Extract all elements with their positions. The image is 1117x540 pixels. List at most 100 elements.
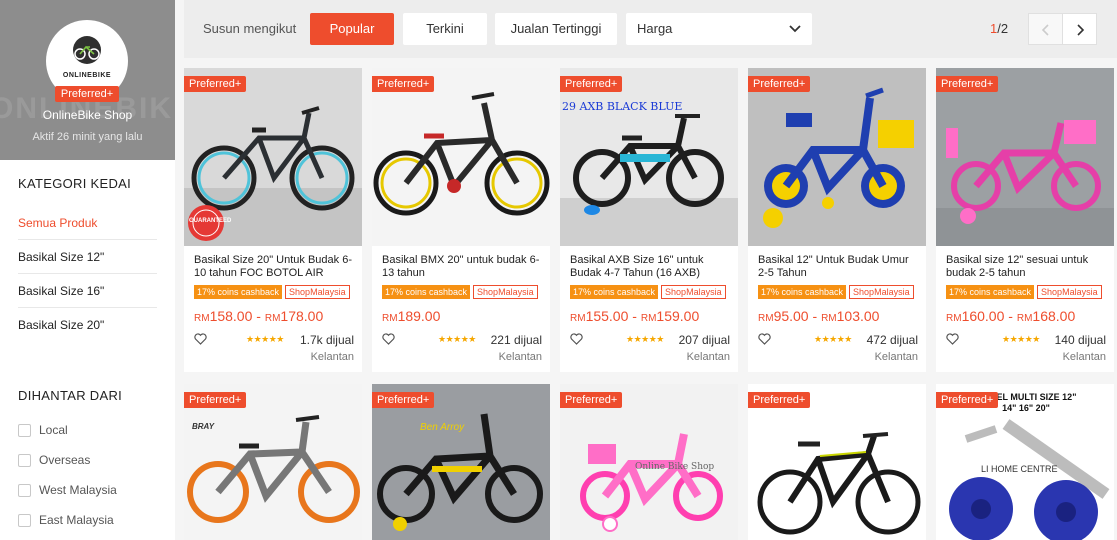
sidebar: ONLINEBIKE ONLINEBIKE Preferred+ OnlineB… — [0, 0, 175, 540]
product-location: Kelantan — [874, 351, 918, 363]
product-name[interactable]: Basikal size 12" sesuai untuk budak 2-5 … — [946, 254, 1106, 280]
category-heading: KATEGORI KEDAI — [18, 176, 132, 191]
product-image[interactable]: GUARANTEED — [184, 68, 362, 246]
image-caption: 29 AXB BLACK BLUE — [562, 100, 683, 113]
product-name[interactable]: Basikal 12" Untuk Budak Umur 2-5 Tahun — [758, 254, 918, 280]
shipping-filter-list: Local Overseas West Malaysia East Malays… — [18, 415, 117, 535]
preferred-plus-tag: Preferred+ — [560, 76, 623, 92]
bicycle-photo — [560, 68, 738, 246]
product-image[interactable]: 29 AXB BLACK BLUE — [560, 68, 738, 246]
coins-cashback-badge: 17% coins cashback — [382, 285, 471, 299]
product-card[interactable]: BRAY Preferred+ — [184, 384, 362, 540]
heart-icon[interactable] — [194, 333, 207, 345]
sort-bar: Susun mengikut Popular Terkini Jualan Te… — [184, 0, 1117, 58]
prev-page-button[interactable] — [1028, 13, 1063, 45]
product-card[interactable]: Preferred+ Basikal 12" Untuk Budak Umur … — [748, 68, 926, 372]
product-image[interactable] — [936, 68, 1114, 246]
product-name[interactable]: Basikal BMX 20" untuk budak 6-13 tahun — [382, 254, 542, 280]
sold-count: 472 dijual — [866, 333, 918, 347]
brand-text: Ben Arroy — [420, 422, 465, 433]
heart-icon[interactable] — [570, 333, 583, 345]
category-item-all[interactable]: Semua Produk — [18, 206, 157, 240]
next-page-button[interactable] — [1062, 13, 1097, 45]
preferred-plus-tag: Preferred+ — [372, 76, 435, 92]
chevron-down-icon — [789, 25, 801, 33]
preferred-plus-tag: Preferred+ — [936, 392, 999, 408]
rating-stars: ★★★★★ — [814, 334, 852, 344]
image-caption-secondary: LI HOME CENTRE — [981, 464, 1058, 474]
shop-malaysia-tag: ShopMalaysia — [661, 285, 727, 299]
price-min: 155.00 — [585, 308, 629, 324]
sort-popular-button[interactable]: Popular — [310, 13, 394, 45]
preferred-plus-tag: Preferred+ — [372, 392, 435, 408]
preferred-plus-tag: Preferred+ — [936, 76, 999, 92]
shop-malaysia-tag: ShopMalaysia — [473, 285, 539, 299]
heart-icon[interactable] — [946, 333, 959, 345]
chevron-left-icon — [1041, 24, 1049, 36]
product-price: RM189.00 — [382, 308, 440, 324]
product-card[interactable]: Ben Arroy Preferred+ — [372, 384, 550, 540]
sold-count: 221 dijual — [490, 333, 542, 347]
rating-stars: ★★★★★ — [438, 334, 476, 344]
heart-icon[interactable] — [382, 333, 395, 345]
price-min: 189.00 — [397, 308, 441, 324]
shipping-heading: DIHANTAR DARI — [18, 388, 123, 403]
product-name[interactable]: Basikal AXB Size 16" untuk Budak 4-7 Tah… — [570, 254, 730, 280]
sort-label: Susun mengikut — [203, 21, 297, 36]
page-total: /2 — [997, 21, 1009, 36]
product-card[interactable]: WHEEL MULTI SIZE 12" 14" 16" 20" LI HOME… — [936, 384, 1114, 540]
preferred-plus-tag: Preferred+ — [560, 392, 623, 408]
product-price: RM95.00 - RM103.00 — [758, 308, 879, 324]
price-max: 168.00 — [1032, 308, 1076, 324]
product-image[interactable] — [372, 68, 550, 246]
product-price: RM155.00 - RM159.00 — [570, 308, 699, 324]
price-separator: - — [252, 308, 265, 324]
currency: RM — [758, 313, 774, 324]
checkbox[interactable] — [18, 513, 31, 527]
sort-top-sales-button[interactable]: Jualan Tertinggi — [495, 13, 617, 45]
sold-count: 140 dijual — [1054, 333, 1106, 347]
coins-cashback-badge: 17% coins cashback — [758, 285, 847, 299]
chevron-right-icon — [1077, 24, 1085, 36]
promo-row: 17% coins cashback ShopMalaysia — [758, 285, 915, 300]
promo-row: 17% coins cashback ShopMalaysia — [194, 285, 351, 300]
promo-row: 17% coins cashback ShopMalaysia — [570, 285, 727, 300]
preferred-plus-tag: Preferred+ — [748, 76, 811, 92]
heart-icon[interactable] — [758, 333, 771, 345]
coins-cashback-badge: 17% coins cashback — [194, 285, 283, 299]
product-card[interactable]: Preferred+ Basikal size 12" sesuai untuk… — [936, 68, 1114, 372]
category-item-size-16[interactable]: Basikal Size 16" — [18, 274, 157, 308]
product-card[interactable]: 29 AXB BLACK BLUE Preferred+ Basikal AXB… — [560, 68, 738, 372]
currency: RM — [1016, 313, 1033, 324]
preferred-plus-tag: Preferred+ — [184, 76, 247, 92]
shop-card[interactable]: ONLINEBIKE ONLINEBIKE Preferred+ OnlineB… — [0, 0, 175, 160]
shipping-option-overseas[interactable]: Overseas — [18, 445, 117, 475]
product-card[interactable]: Preferred+ — [748, 384, 926, 540]
category-item-size-20[interactable]: Basikal Size 20" — [18, 308, 157, 342]
price-min: 95.00 — [773, 308, 809, 324]
product-card[interactable]: Preferred+ Basikal BMX 20" untuk budak 6… — [372, 68, 550, 372]
bicycle-photo — [748, 68, 926, 246]
checkbox[interactable] — [18, 453, 31, 467]
shipping-option-east-malaysia[interactable]: East Malaysia — [18, 505, 117, 535]
sold-count: 207 dijual — [678, 333, 730, 347]
promo-row: 17% coins cashback ShopMalaysia — [946, 285, 1103, 300]
checkbox[interactable] — [18, 423, 31, 437]
product-location: Kelantan — [1062, 351, 1106, 363]
product-name[interactable]: Basikal Size 20" Untuk Budak 6-10 tahun … — [194, 254, 354, 280]
product-image[interactable] — [748, 68, 926, 246]
category-item-size-12[interactable]: Basikal Size 12" — [18, 240, 157, 274]
price-sort-select[interactable]: Harga — [626, 13, 812, 45]
price-max: 103.00 — [836, 308, 880, 324]
promo-row: 17% coins cashback ShopMalaysia — [382, 285, 539, 300]
product-card[interactable]: Online Bike Shop Preferred+ — [560, 384, 738, 540]
price-min: 158.00 — [209, 308, 253, 324]
checkbox[interactable] — [18, 483, 31, 497]
shop-name[interactable]: OnlineBike Shop — [0, 108, 175, 122]
shipping-option-west-malaysia[interactable]: West Malaysia — [18, 475, 117, 505]
product-card[interactable]: GUARANTEED Preferred+ Basikal Size 20" U… — [184, 68, 362, 372]
price-min: 160.00 — [961, 308, 1005, 324]
sort-latest-button[interactable]: Terkini — [403, 13, 487, 45]
price-separator: - — [1004, 308, 1017, 324]
shipping-option-local[interactable]: Local — [18, 415, 117, 445]
